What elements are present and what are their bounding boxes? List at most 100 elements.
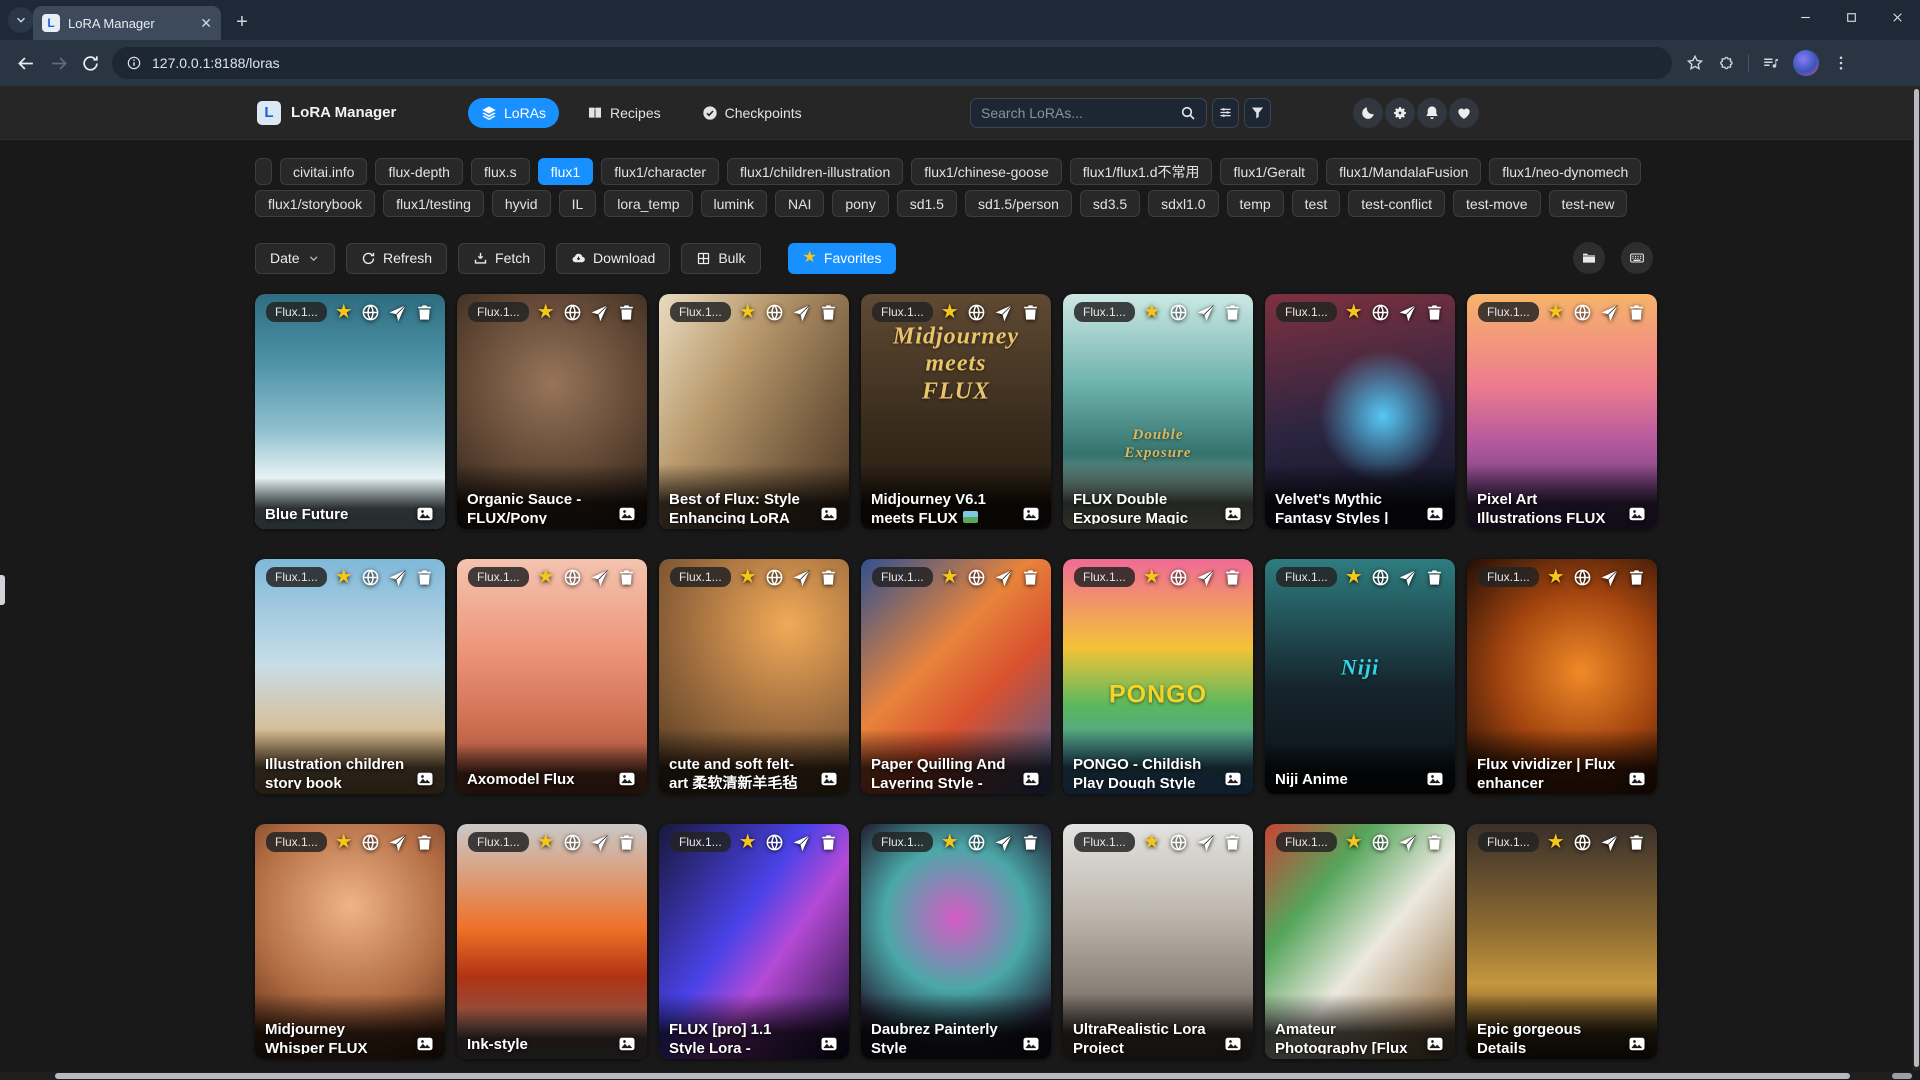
favorite-star-icon[interactable]: ★ [1143,832,1161,852]
send-icon[interactable] [994,303,1013,322]
lora-card[interactable]: Niji Flux.1... ★ Niji Anime [1265,559,1455,794]
filter-tag[interactable] [255,158,272,185]
filter-tag[interactable]: lumink [701,190,767,217]
trash-icon[interactable] [617,568,636,587]
send-icon[interactable] [1600,568,1619,587]
trash-icon[interactable] [1223,833,1242,852]
picture-icon[interactable] [1223,504,1243,524]
site-info-icon[interactable] [126,55,142,71]
picture-icon[interactable] [1627,1034,1647,1054]
send-icon[interactable] [792,568,811,587]
globe-icon[interactable] [1573,833,1592,852]
picture-icon[interactable] [617,769,637,789]
settings-button[interactable] [1385,98,1415,128]
fetch-button[interactable]: Fetch [458,243,545,274]
search-icon[interactable] [1180,105,1196,121]
favorite-star-icon[interactable]: ★ [941,302,959,322]
send-icon[interactable] [388,833,407,852]
globe-icon[interactable] [967,833,986,852]
lora-card[interactable]: Flux.1... ★ Axomodel Flux [457,559,647,794]
globe-icon[interactable] [765,303,784,322]
filter-tag[interactable]: flux1/MandalaFusion [1326,158,1481,185]
extensions-icon[interactable] [1717,54,1735,72]
lora-card[interactable]: Flux.1... ★ Epic gorgeous Details [1467,824,1657,1059]
picture-icon[interactable] [1425,1034,1445,1054]
lora-card[interactable]: Flux.1... ★ cute and soft felt-art 柔软清新羊… [659,559,849,794]
lora-card[interactable]: Flux.1... ★ UltraRealistic Lora Project [1063,824,1253,1059]
globe-icon[interactable] [967,303,986,322]
send-icon[interactable] [792,833,811,852]
trash-icon[interactable] [1425,833,1444,852]
send-icon[interactable] [994,833,1013,852]
globe-icon[interactable] [361,833,380,852]
picture-icon[interactable] [1021,504,1041,524]
picture-icon[interactable] [415,769,435,789]
address-bar[interactable]: 127.0.0.1:8188/loras [112,47,1672,79]
globe-icon[interactable] [1573,303,1592,322]
favorite-star-icon[interactable]: ★ [739,302,757,322]
trash-icon[interactable] [1223,568,1242,587]
send-icon[interactable] [1196,833,1215,852]
globe-icon[interactable] [1371,303,1390,322]
trash-icon[interactable] [1627,568,1646,587]
globe-icon[interactable] [765,833,784,852]
favorite-star-icon[interactable]: ★ [1345,302,1363,322]
send-icon[interactable] [792,303,811,322]
globe-icon[interactable] [1371,568,1390,587]
globe-icon[interactable] [765,568,784,587]
picture-icon[interactable] [1021,1034,1041,1054]
favorite-star-icon[interactable]: ★ [335,567,353,587]
send-icon[interactable] [590,303,609,322]
filter-tag[interactable]: flux1/storybook [255,190,375,217]
filter-tag[interactable]: flux1/neo-dynomech [1489,158,1641,185]
filter-tag[interactable]: flux1/chinese-goose [911,158,1062,185]
bulk-button[interactable]: Bulk [681,243,760,274]
lora-card[interactable]: PONGO Flux.1... ★ PONGO - Childish Play … [1063,559,1253,794]
vertical-scrollbar-thumb[interactable] [1914,89,1919,1067]
globe-icon[interactable] [1371,833,1390,852]
send-icon[interactable] [1196,303,1215,322]
trash-icon[interactable] [1627,833,1646,852]
globe-icon[interactable] [563,303,582,322]
send-icon[interactable] [1600,303,1619,322]
filter-tag[interactable]: flux1/Geralt [1220,158,1318,185]
lora-card[interactable]: Flux.1... ★ Pixel Art Illustrations FLUX [1467,294,1657,529]
picture-icon[interactable] [819,504,839,524]
picture-icon[interactable] [819,769,839,789]
favorite-star-icon[interactable]: ★ [537,567,555,587]
tab-search-button[interactable] [8,7,34,33]
send-icon[interactable] [590,833,609,852]
filter-tag[interactable]: NAI [775,190,824,217]
favorite-star-icon[interactable]: ★ [1345,567,1363,587]
filter-tag[interactable]: flux.s [471,158,530,185]
forward-icon[interactable] [42,47,74,79]
favorite-star-icon[interactable]: ★ [941,832,959,852]
picture-icon[interactable] [1223,1034,1243,1054]
filter-tag[interactable]: test-conflict [1348,190,1445,217]
filter-button[interactable] [1244,98,1271,128]
lora-card[interactable]: Flux.1... ★ Velvet's Mythic Fantasy Styl… [1265,294,1455,529]
tab-loras[interactable]: LoRAs [468,98,559,128]
globe-icon[interactable] [1573,568,1592,587]
minimize-button[interactable] [1782,0,1828,34]
trash-icon[interactable] [1223,303,1242,322]
refresh-button[interactable]: Refresh [346,243,447,274]
lora-card[interactable]: Flux.1... ★ Amateur Photography [Flux [1265,824,1455,1059]
filter-tag[interactable]: civitai.info [280,158,367,185]
globe-icon[interactable] [361,568,380,587]
tab-close-icon[interactable]: ✕ [200,16,212,30]
bookmark-star-icon[interactable] [1686,54,1704,72]
lora-card[interactable]: Flux.1... ★ Daubrez Painterly Style [861,824,1051,1059]
lora-card[interactable]: Flux.1... ★ Midjourney Whisper FLUX LoRA [255,824,445,1059]
trash-icon[interactable] [819,303,838,322]
trash-icon[interactable] [1021,303,1040,322]
lora-card[interactable]: Flux.1... ★ Illustration children story … [255,559,445,794]
trash-icon[interactable] [1627,303,1646,322]
send-icon[interactable] [1196,568,1215,587]
favorite-star-icon[interactable]: ★ [1547,832,1565,852]
favorite-star-icon[interactable]: ★ [335,832,353,852]
picture-icon[interactable] [1425,504,1445,524]
globe-icon[interactable] [1169,833,1188,852]
horizontal-scrollbar-thumb[interactable] [55,1073,1850,1079]
picture-icon[interactable] [415,504,435,524]
